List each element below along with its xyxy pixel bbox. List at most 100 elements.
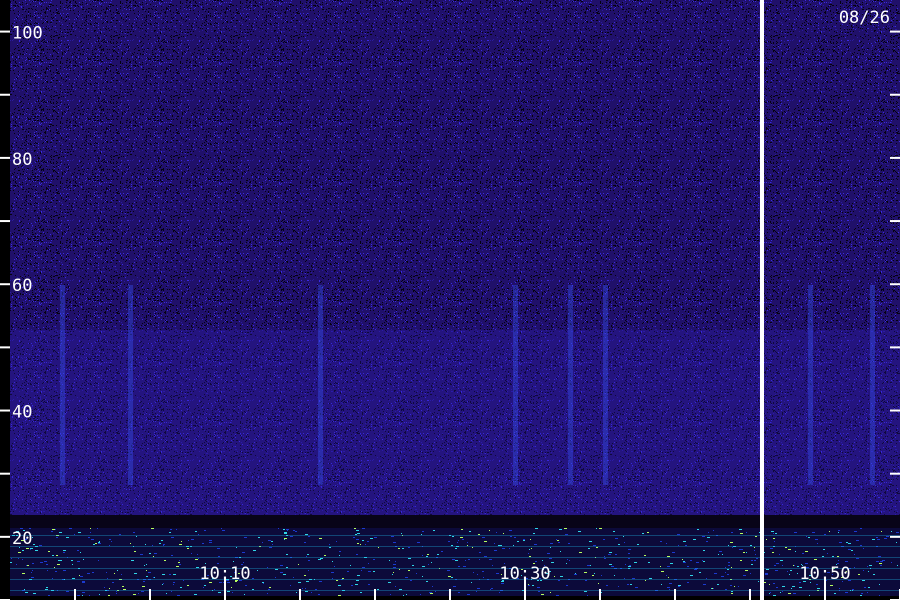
bottom-pixel (242, 552, 245, 553)
bottom-pixel (881, 531, 882, 532)
bottom-pixel (171, 537, 174, 538)
bottom-pixel (629, 565, 631, 566)
bottom-pixel (422, 531, 424, 532)
bottom-pixel (356, 539, 359, 540)
bottom-pixel (188, 540, 189, 541)
bottom-pixel (551, 562, 554, 563)
bottom-pixel (278, 528, 279, 529)
bottom-pixel (685, 545, 687, 546)
bottom-pixel (782, 565, 783, 566)
bottom-pixel (457, 542, 458, 543)
bottom-pixel (32, 563, 34, 564)
bottom-pixel (730, 585, 732, 586)
bottom-pixel (55, 571, 57, 572)
bottom-pixel (886, 536, 889, 537)
bottom-pixel (740, 533, 743, 534)
bottom-pixel (171, 555, 173, 556)
bottom-pixel (334, 566, 335, 567)
bottom-pixel (433, 530, 435, 531)
bottom-pixel (78, 532, 81, 533)
vertical-streak (60, 285, 65, 485)
bottom-pixel (535, 561, 537, 562)
bottom-pixel (587, 595, 588, 596)
bottom-pixel (882, 560, 885, 561)
bottom-pixel (788, 549, 791, 550)
bottom-pixel (243, 562, 244, 563)
bottom-pixel (417, 542, 420, 543)
bottom-pixel (138, 593, 139, 594)
bottom-pixel (467, 542, 468, 543)
bottom-pixel (258, 537, 260, 538)
bottom-pixel (429, 592, 432, 593)
bottom-pixel (56, 537, 58, 538)
bottom-pixel (542, 560, 543, 561)
bottom-pixel (401, 533, 402, 534)
bottom-pixel (643, 533, 644, 534)
bottom-pixel (198, 534, 199, 535)
bottom-pixel (772, 552, 774, 553)
bottom-pixel (702, 536, 705, 537)
bottom-pixel (324, 555, 326, 556)
bottom-pixel (782, 586, 785, 587)
bottom-pixel (77, 595, 80, 596)
bottom-pixel (730, 542, 733, 543)
bottom-pixel (628, 566, 631, 567)
bottom-pixel (462, 539, 464, 540)
bottom-pixel (109, 588, 110, 589)
bottom-pixel (868, 571, 869, 572)
bottom-pixel (114, 573, 115, 574)
bottom-pixel (159, 543, 161, 544)
y-tick-label: 60 (12, 276, 32, 296)
bottom-pixel (108, 595, 110, 596)
bottom-pixel (398, 548, 400, 549)
bottom-pixel (338, 585, 341, 586)
bottom-pixel (45, 589, 48, 590)
bottom-pixel (98, 560, 99, 561)
bottom-pixel (233, 561, 234, 562)
bottom-pixel (18, 552, 21, 553)
bottom-pixel (187, 548, 189, 549)
bottom-pixel (306, 581, 309, 582)
bottom-pixel (26, 565, 27, 566)
bottom-pixel (452, 536, 454, 537)
bottom-pixel (389, 560, 390, 561)
bottom-pixel (390, 594, 391, 595)
bottom-pixel (109, 545, 110, 546)
bottom-pixel (392, 574, 393, 575)
bottom-pixel (98, 542, 100, 543)
bottom-pixel (374, 537, 377, 538)
bottom-pixel (611, 566, 614, 567)
bottom-pixel (187, 585, 189, 586)
bottom-pixel (499, 592, 500, 593)
bottom-pixel (153, 556, 154, 557)
bottom-pixel (678, 586, 680, 587)
bottom-pixel (315, 589, 317, 590)
bottom-pixel (499, 545, 502, 546)
x-tick-label: 10:10 (199, 564, 250, 584)
bottom-pixel (584, 591, 587, 592)
bottom-pixel (104, 587, 105, 588)
bottom-pixel (136, 536, 137, 537)
bottom-pixel (308, 560, 310, 561)
bottom-pixel (319, 581, 322, 582)
bottom-pixel (134, 573, 137, 574)
bottom-pixel (109, 539, 111, 540)
bottom-pixel (275, 577, 276, 578)
bottom-pixel (283, 529, 285, 530)
bottom-pixel (57, 564, 60, 565)
bottom-pixel (613, 531, 615, 532)
bottom-pixel (351, 585, 353, 586)
bottom-pixel (25, 592, 28, 593)
bottom-pixel (839, 542, 842, 543)
bottom-pixel (884, 538, 887, 539)
bottom-pixel (632, 578, 635, 579)
bottom-pixel (416, 573, 417, 574)
bottom-pixel (669, 583, 672, 584)
bottom-pixel (618, 586, 619, 587)
bottom-pixel (509, 548, 510, 549)
bottom-pixel (718, 554, 719, 555)
bottom-pixel (765, 574, 768, 575)
bottom-pixel (503, 533, 504, 534)
bottom-pixel (590, 565, 591, 566)
bottom-pixel (489, 530, 490, 531)
